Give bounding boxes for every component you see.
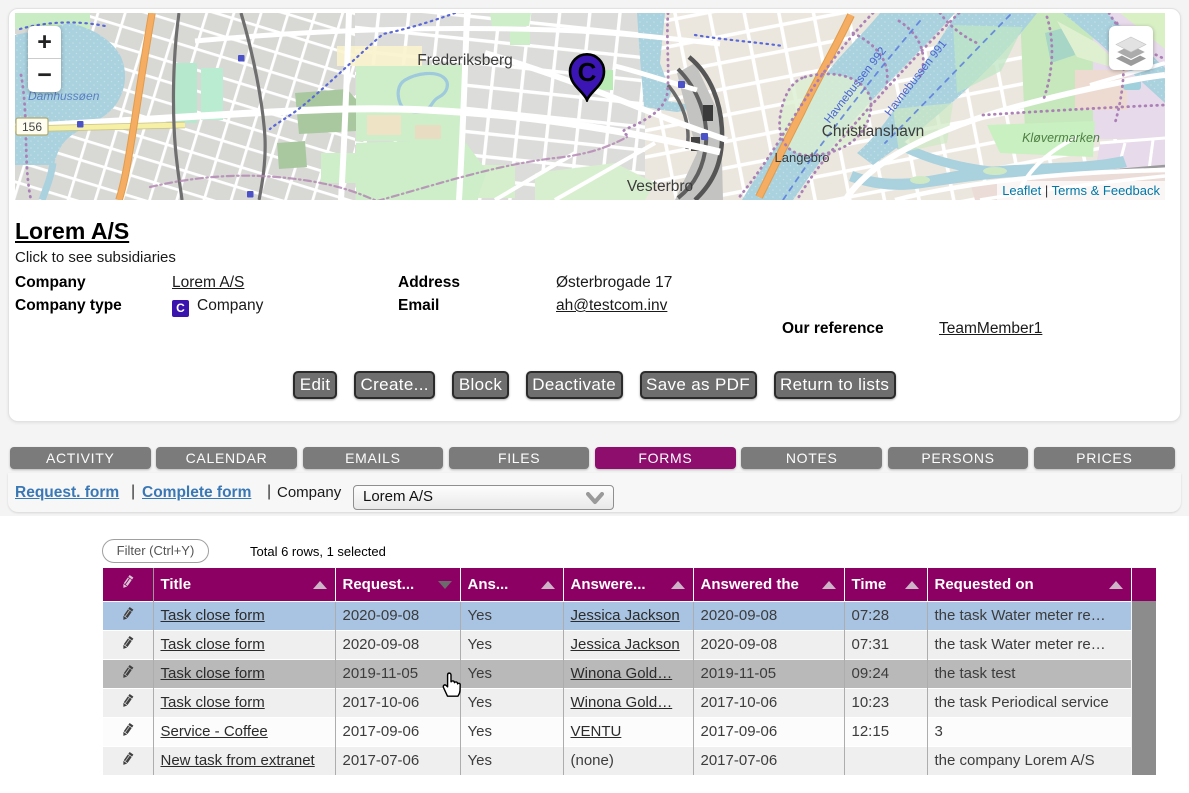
svg-text:C: C: [578, 57, 597, 87]
svg-text:Frederiksberg: Frederiksberg: [417, 52, 513, 69]
svg-text:Vesterbro: Vesterbro: [627, 178, 693, 195]
svg-text:Kløvermarken: Kløvermarken: [1022, 131, 1100, 145]
svg-text:Langebro: Langebro: [775, 150, 830, 165]
svg-text:156: 156: [22, 120, 42, 134]
svg-text:Christianshavn: Christianshavn: [822, 123, 925, 140]
